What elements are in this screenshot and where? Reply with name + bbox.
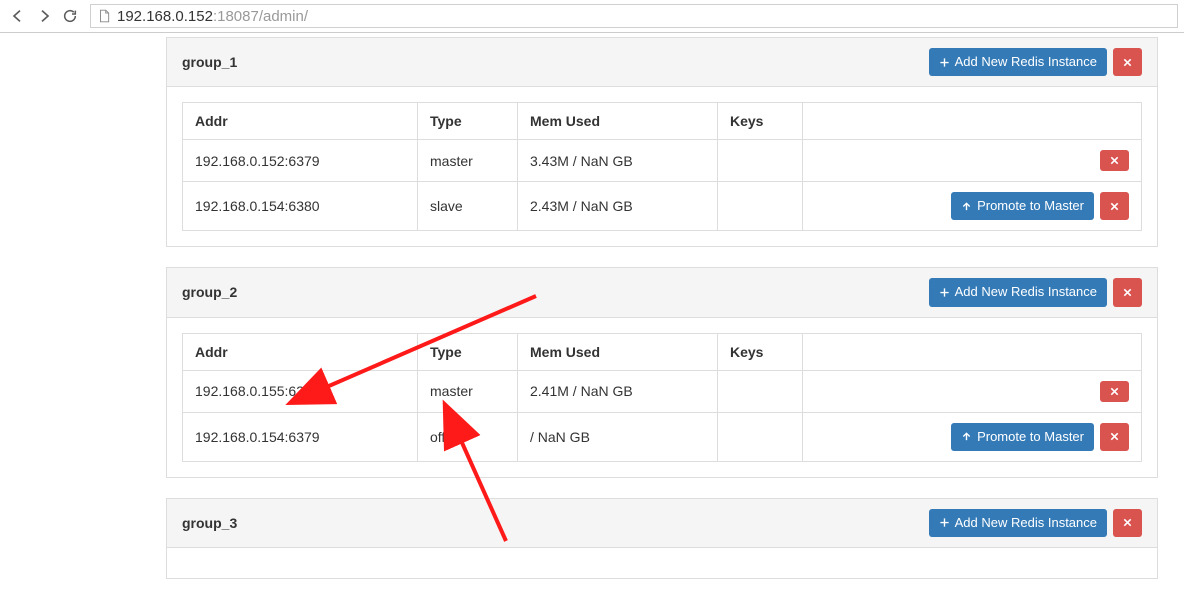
delete-instance-button[interactable] [1100, 150, 1129, 171]
col-keys: Keys [718, 103, 803, 140]
add-instance-button[interactable]: Add New Redis Instance [929, 509, 1107, 537]
close-icon [1122, 57, 1133, 68]
col-mem: Mem Used [518, 333, 718, 370]
arrow-up-icon [961, 201, 972, 212]
table-row: 192.168.0.152:6379 master 3.43M / NaN GB [183, 140, 1142, 182]
cell-actions: Promote to Master [803, 412, 1142, 461]
cell-mem: 2.43M / NaN GB [518, 182, 718, 231]
plus-icon [939, 57, 950, 68]
cell-actions [803, 370, 1142, 412]
delete-instance-button[interactable] [1100, 192, 1129, 220]
delete-group-button[interactable] [1113, 509, 1142, 537]
url-text: 192.168.0.152:18087/admin/ [117, 8, 308, 25]
cell-addr: 192.168.0.154:6379 [183, 412, 418, 461]
col-keys: Keys [718, 333, 803, 370]
group-title: group_3 [182, 515, 237, 531]
add-instance-button[interactable]: Add New Redis Instance [929, 278, 1107, 306]
panel-heading: group_3 Add New Redis Instance [167, 499, 1157, 548]
instances-table: Addr Type Mem Used Keys 192.168.0.152:63… [182, 102, 1142, 231]
cell-keys [718, 182, 803, 231]
cell-addr: 192.168.0.155:6380 [183, 370, 418, 412]
group-title: group_1 [182, 54, 237, 70]
panel-actions: Add New Redis Instance [929, 278, 1142, 306]
nav-icons [6, 8, 82, 24]
col-actions [803, 333, 1142, 370]
col-mem: Mem Used [518, 103, 718, 140]
cell-actions [803, 140, 1142, 182]
close-icon [1109, 201, 1120, 212]
col-type: Type [418, 103, 518, 140]
col-type: Type [418, 333, 518, 370]
table-row: 192.168.0.155:6380 master 2.41M / NaN GB [183, 370, 1142, 412]
cell-mem: 3.43M / NaN GB [518, 140, 718, 182]
col-actions [803, 103, 1142, 140]
close-icon [1109, 386, 1120, 397]
close-icon [1109, 431, 1120, 442]
panel-actions: Add New Redis Instance [929, 48, 1142, 76]
cell-type: slave [418, 182, 518, 231]
back-icon[interactable] [10, 8, 26, 24]
col-addr: Addr [183, 103, 418, 140]
promote-label: Promote to Master [977, 428, 1084, 446]
panel-heading: group_1 Add New Redis Instance [167, 38, 1157, 87]
content: group_1 Add New Redis Instance Addr Type… [166, 37, 1158, 579]
add-instance-label: Add New Redis Instance [955, 53, 1097, 71]
promote-button[interactable]: Promote to Master [951, 423, 1094, 451]
panel-body [167, 548, 1157, 578]
panel-body: Addr Type Mem Used Keys 192.168.0.152:63… [167, 87, 1157, 246]
url-bar[interactable]: 192.168.0.152:18087/admin/ [90, 4, 1178, 28]
cell-addr: 192.168.0.154:6380 [183, 182, 418, 231]
cell-type: master [418, 370, 518, 412]
cell-keys [718, 412, 803, 461]
forward-icon[interactable] [36, 8, 52, 24]
delete-instance-button[interactable] [1100, 381, 1129, 402]
group-panel: group_1 Add New Redis Instance Addr Type… [166, 37, 1158, 247]
table-row: 192.168.0.154:6380 slave 2.43M / NaN GB … [183, 182, 1142, 231]
plus-icon [939, 287, 950, 298]
panel-heading: group_2 Add New Redis Instance [167, 268, 1157, 317]
close-icon [1109, 155, 1120, 166]
arrow-up-icon [961, 431, 972, 442]
cell-mem: / NaN GB [518, 412, 718, 461]
group-panel: group_2 Add New Redis Instance Addr Type… [166, 267, 1158, 477]
add-instance-button[interactable]: Add New Redis Instance [929, 48, 1107, 76]
cell-keys [718, 370, 803, 412]
close-icon [1122, 517, 1133, 528]
add-instance-label: Add New Redis Instance [955, 283, 1097, 301]
plus-icon [939, 517, 950, 528]
cell-type: master [418, 140, 518, 182]
cell-type: offline [418, 412, 518, 461]
cell-actions: Promote to Master [803, 182, 1142, 231]
delete-instance-button[interactable] [1100, 423, 1129, 451]
col-addr: Addr [183, 333, 418, 370]
table-row: 192.168.0.154:6379 offline / NaN GB Prom… [183, 412, 1142, 461]
cell-addr: 192.168.0.152:6379 [183, 140, 418, 182]
url-host: 192.168.0.152 [117, 8, 213, 25]
promote-button[interactable]: Promote to Master [951, 192, 1094, 220]
delete-group-button[interactable] [1113, 278, 1142, 306]
add-instance-label: Add New Redis Instance [955, 514, 1097, 532]
group-panel: group_3 Add New Redis Instance [166, 498, 1158, 579]
panel-actions: Add New Redis Instance [929, 509, 1142, 537]
cell-mem: 2.41M / NaN GB [518, 370, 718, 412]
cell-keys [718, 140, 803, 182]
document-icon [97, 9, 111, 23]
browser-toolbar: 192.168.0.152:18087/admin/ [0, 0, 1184, 33]
panel-body: Addr Type Mem Used Keys 192.168.0.155:63… [167, 318, 1157, 477]
group-title: group_2 [182, 284, 237, 300]
close-icon [1122, 287, 1133, 298]
delete-group-button[interactable] [1113, 48, 1142, 76]
promote-label: Promote to Master [977, 197, 1084, 215]
url-rest: :18087/admin/ [213, 8, 308, 25]
reload-icon[interactable] [62, 8, 78, 24]
instances-table: Addr Type Mem Used Keys 192.168.0.155:63… [182, 333, 1142, 462]
